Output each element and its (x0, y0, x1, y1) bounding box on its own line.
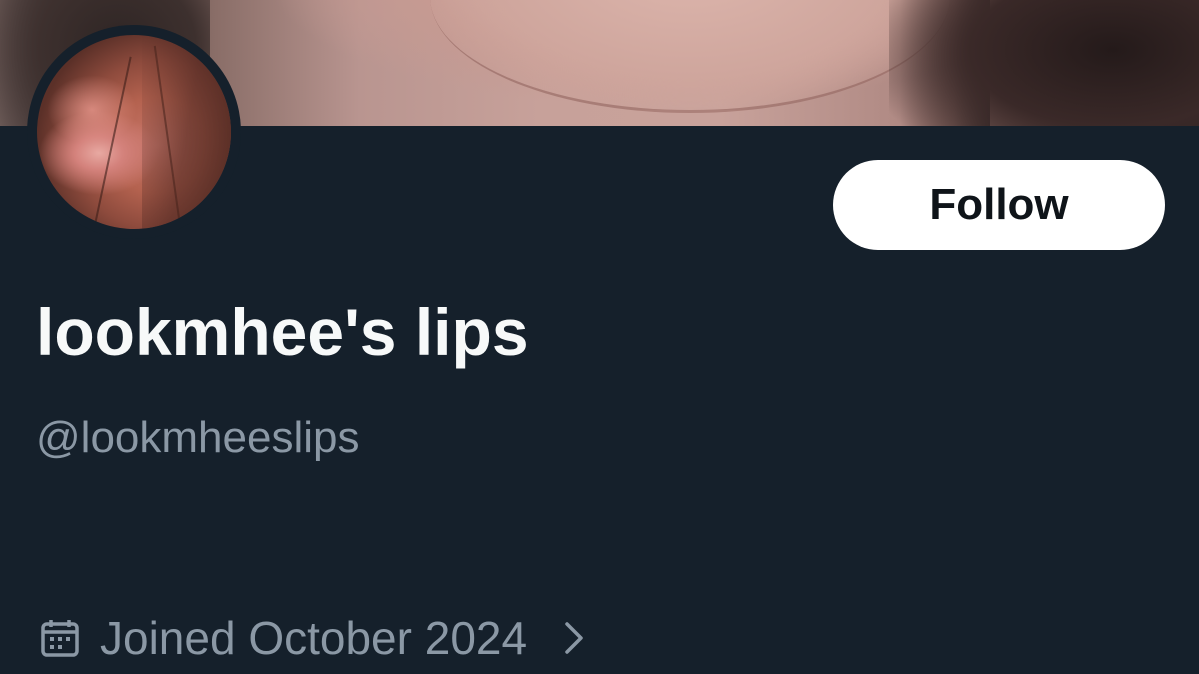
avatar[interactable] (27, 25, 241, 239)
follow-button[interactable]: Follow (833, 160, 1165, 250)
calendar-icon (41, 620, 79, 657)
chevron-right-icon (565, 622, 583, 654)
joined-date: Joined October 2024 (100, 612, 528, 664)
user-handle: @lookmheeslips (36, 413, 360, 462)
banner-hair-right (889, 0, 1199, 126)
joined-date-row[interactable]: Joined October 2024 (40, 608, 589, 668)
avatar-image (37, 35, 231, 229)
banner-face (430, 0, 950, 113)
profile-page: Follow lookmhee's lips @lookmheeslips Jo… (0, 0, 1199, 674)
display-name: lookmhee's lips (36, 295, 529, 369)
